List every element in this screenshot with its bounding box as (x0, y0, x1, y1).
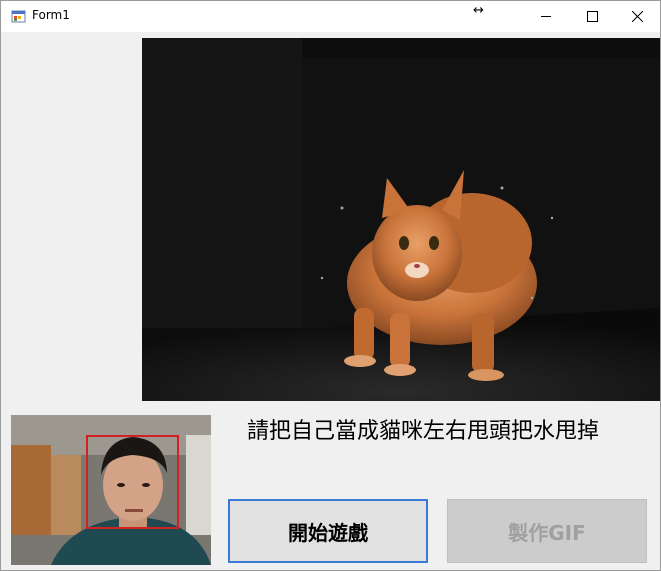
close-button[interactable] (614, 1, 660, 32)
shaking-cat-image (142, 38, 660, 401)
cat-picture-box (142, 38, 660, 401)
form-window: Form1 ↔ 請把自己當成貓咪左右甩頭把水甩掉 開始遊戲 製作GIF (0, 0, 661, 571)
window-title: Form1 (32, 8, 70, 22)
make-gif-button[interactable]: 製作GIF (447, 499, 647, 563)
form-client-area: 請把自己當成貓咪左右甩頭把水甩掉 開始遊戲 製作GIF (1, 32, 660, 570)
minimize-button[interactable] (523, 1, 569, 32)
windows-form-icon (11, 9, 27, 25)
webcam-face-image (11, 415, 211, 565)
start-game-button[interactable]: 開始遊戲 (228, 499, 428, 563)
minimize-icon (541, 16, 551, 17)
maximize-icon (587, 11, 598, 22)
maximize-button[interactable] (569, 1, 615, 32)
instruction-text: 請把自己當成貓咪左右甩頭把水甩掉 (247, 419, 600, 444)
title-bar[interactable]: Form1 ↔ (1, 1, 660, 32)
webcam-view (11, 415, 211, 565)
resize-cursor-icon: ↔ (473, 3, 484, 18)
close-icon (632, 11, 643, 22)
